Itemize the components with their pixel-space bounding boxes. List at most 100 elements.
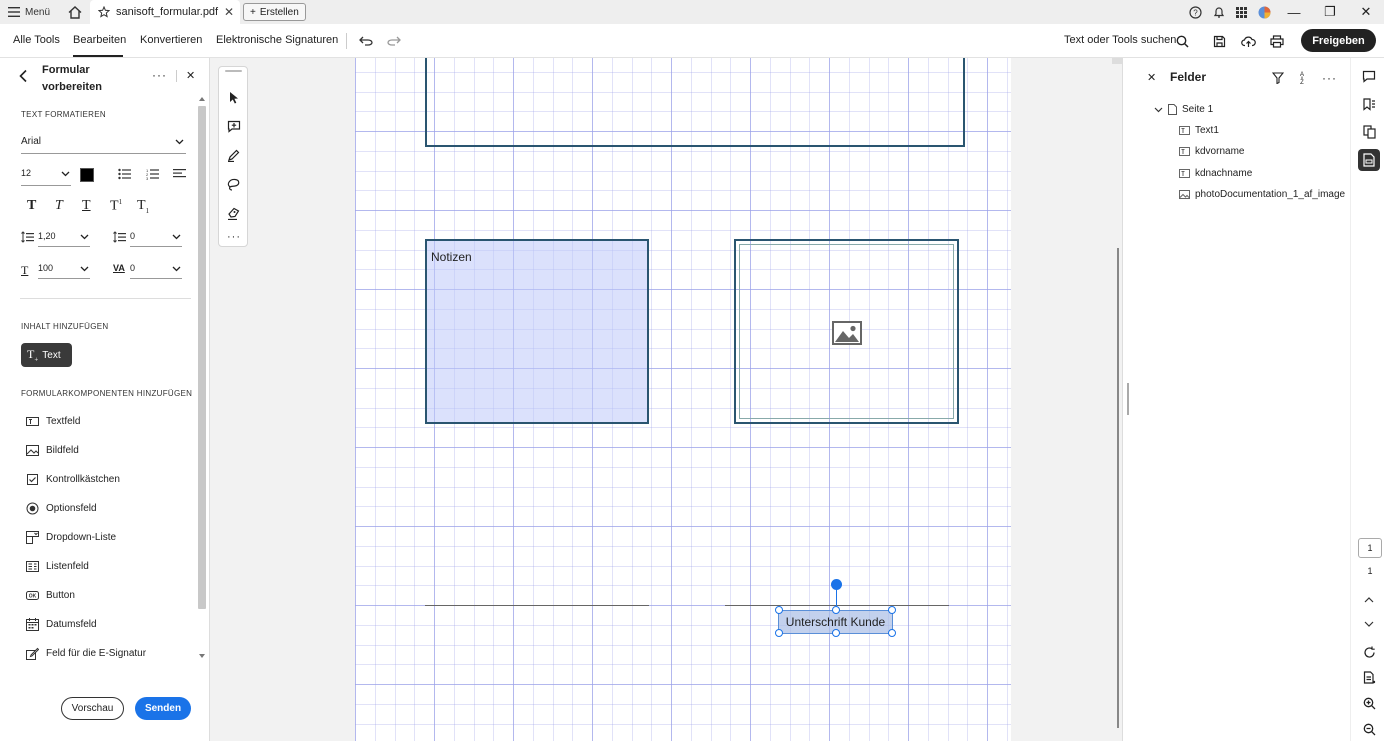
component-esignature[interactable]: Feld für die E-Signatur <box>26 647 146 660</box>
paragraph-spacing-select[interactable]: 0 <box>130 231 182 247</box>
zoom-out-icon[interactable] <box>1358 718 1380 740</box>
font-select[interactable]: Arial <box>21 136 186 154</box>
print-icon[interactable] <box>1267 31 1287 51</box>
cloud-upload-icon[interactable] <box>1238 31 1258 51</box>
page-up-icon[interactable] <box>1358 589 1380 611</box>
canvas-scrollbar[interactable] <box>1112 58 1122 741</box>
preview-button[interactable]: Vorschau <box>61 697 124 720</box>
minimize-icon[interactable]: — <box>1276 0 1312 24</box>
align-icon[interactable] <box>173 168 187 183</box>
avatar[interactable] <box>1253 0 1276 24</box>
font-size-select[interactable]: 12 <box>21 168 71 186</box>
highlight-pen-icon[interactable] <box>224 145 244 165</box>
notes-text-field[interactable]: Notizen <box>425 239 649 424</box>
tree-field-item[interactable]: kdnachname <box>1179 168 1252 179</box>
component-listbox[interactable]: Listenfeld <box>26 560 89 573</box>
menu-button[interactable]: Menü <box>8 3 50 21</box>
tab-all-tools[interactable]: Alle Tools <box>13 34 60 46</box>
more-tools-icon[interactable]: ··· <box>224 227 244 247</box>
component-checkbox[interactable]: Kontrollkästchen <box>26 473 120 486</box>
underline-icon[interactable]: T <box>82 198 91 214</box>
scroll-down-icon[interactable] <box>199 654 205 659</box>
pdf-page[interactable]: Notizen Unterschrift Kunde <box>355 58 1011 741</box>
search-icon[interactable] <box>1172 31 1192 51</box>
resize-handle[interactable] <box>888 629 896 637</box>
panel-resize-grip[interactable] <box>1127 383 1129 415</box>
bold-icon[interactable]: T <box>27 198 36 214</box>
top-form-field[interactable] <box>425 58 965 147</box>
superscript-icon[interactable]: T1 <box>110 198 122 215</box>
create-button[interactable]: + Erstellen <box>243 3 306 21</box>
numbered-list-icon[interactable]: 123 <box>146 168 160 183</box>
document-tab[interactable]: sanisoft_formular.pdf ✕ <box>90 0 240 24</box>
tab-convert[interactable]: Konvertieren <box>140 34 202 46</box>
page-down-icon[interactable] <box>1358 613 1380 635</box>
scroll-up-icon[interactable] <box>199 96 205 101</box>
page-settings-icon[interactable] <box>1358 666 1380 688</box>
component-dropdown[interactable]: Dropdown-Liste <box>26 531 116 544</box>
lasso-draw-icon[interactable] <box>224 174 244 194</box>
add-comment-icon[interactable] <box>224 116 244 136</box>
form-fields-icon[interactable] <box>1358 149 1380 171</box>
component-radio[interactable]: Optionsfeld <box>26 502 97 515</box>
component-textfield[interactable]: Textfeld <box>26 415 80 428</box>
bell-icon[interactable] <box>1207 0 1230 24</box>
tab-esignatures[interactable]: Elektronische Signaturen <box>216 34 338 46</box>
rotate-handle-icon[interactable] <box>831 579 842 590</box>
image-field[interactable] <box>734 239 959 424</box>
restore-icon[interactable]: ❐ <box>1312 0 1348 24</box>
left-panel-scrollbar[interactable] <box>197 94 206 662</box>
apps-grid-icon[interactable] <box>1230 0 1253 24</box>
search-tools-label[interactable]: Text oder Tools suchen <box>1064 34 1176 46</box>
select-pointer-icon[interactable] <box>224 87 244 107</box>
pages-icon[interactable] <box>1358 121 1380 143</box>
component-imagefield[interactable]: Bildfeld <box>26 444 79 457</box>
save-icon[interactable] <box>1209 31 1229 51</box>
filter-icon[interactable] <box>1272 72 1284 84</box>
resize-handle[interactable] <box>775 629 783 637</box>
refresh-icon[interactable] <box>1358 641 1380 663</box>
comments-icon[interactable] <box>1358 65 1380 87</box>
sign-pen-icon[interactable] <box>224 203 244 223</box>
close-window-icon[interactable]: ✕ <box>1348 0 1384 24</box>
tree-field-item[interactable]: photoDocumentation_1_af_image <box>1179 189 1345 200</box>
page-number-input[interactable]: 1 <box>1358 538 1382 558</box>
more-options-icon[interactable]: ··· <box>152 68 167 82</box>
more-options-icon[interactable]: ··· <box>1322 71 1337 85</box>
sort-icon[interactable]: AZ <box>1297 70 1307 85</box>
bullet-list-icon[interactable] <box>118 168 132 183</box>
redo-icon[interactable] <box>384 31 404 51</box>
font-color-swatch[interactable] <box>80 168 94 182</box>
char-spacing-select[interactable]: 0 <box>130 263 182 279</box>
undo-icon[interactable] <box>356 31 376 51</box>
horizontal-scale-select[interactable]: 100 <box>38 263 90 279</box>
rail-grip[interactable] <box>225 70 242 72</box>
resize-handle[interactable] <box>775 606 783 614</box>
share-button[interactable]: Freigeben <box>1301 29 1376 52</box>
home-button[interactable] <box>66 3 84 21</box>
scroll-thumb[interactable] <box>198 106 206 609</box>
tree-field-item[interactable]: Text1 <box>1179 125 1219 136</box>
star-icon[interactable] <box>98 6 110 18</box>
close-fields-icon[interactable]: ✕ <box>1147 71 1156 84</box>
close-tab-icon[interactable]: ✕ <box>224 5 234 19</box>
zoom-in-icon[interactable] <box>1358 692 1380 714</box>
tree-page-node[interactable]: Seite 1 <box>1154 104 1213 115</box>
document-canvas[interactable]: ··· Notizen Unterschrift Kunde <box>210 58 1122 741</box>
resize-handle[interactable] <box>832 629 840 637</box>
italic-icon[interactable]: T <box>55 198 63 214</box>
subscript-icon[interactable]: T1 <box>137 198 149 215</box>
scroll-thumb[interactable] <box>1117 248 1119 728</box>
send-button[interactable]: Senden <box>135 697 191 720</box>
tree-field-item[interactable]: kdvorname <box>1179 146 1244 157</box>
component-datefield[interactable]: Datumsfeld <box>26 618 97 631</box>
add-text-button[interactable]: T+ Text <box>21 343 72 367</box>
tab-edit[interactable]: Bearbeiten <box>73 34 126 46</box>
help-icon[interactable]: ? <box>1184 0 1207 24</box>
component-button[interactable]: OK Button <box>26 589 75 602</box>
back-icon[interactable] <box>18 69 28 86</box>
line-spacing-select[interactable]: 1,20 <box>38 231 90 247</box>
close-panel-icon[interactable]: ✕ <box>186 69 195 82</box>
resize-handle[interactable] <box>888 606 896 614</box>
resize-handle[interactable] <box>832 606 840 614</box>
